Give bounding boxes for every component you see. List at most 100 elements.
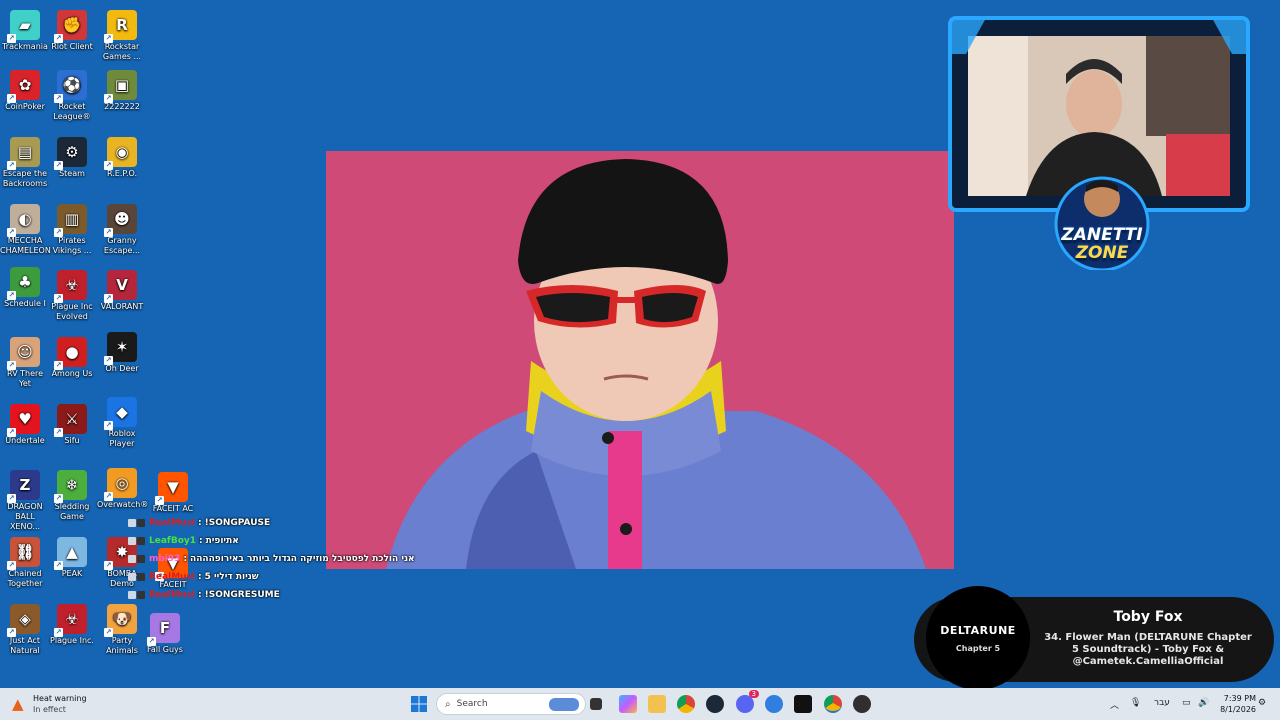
- weather-subtitle: In effect: [33, 705, 66, 714]
- taskbar: ▲ Heat warning In effect ⌕ Search 3 ︿ 🎙 …: [0, 688, 1280, 720]
- stream-chat: RealMusi: !SONGPAUSE LeafBoy1: אתיופית mbi93…: [128, 514, 428, 604]
- desktop-icon[interactable]: ◐MECCHA CHAMELEON: [0, 204, 51, 256]
- desktop-icon[interactable]: ▥Pirates Vikings ...: [47, 204, 97, 256]
- chat-message: RealMusi: !SONGPAUSE: [128, 514, 428, 532]
- desktop-icon-label: Plague Inc Evolved: [51, 302, 93, 321]
- clock[interactable]: 7:39 PM 8/1/2026: [1212, 693, 1256, 715]
- chat-username: RealMusi: [149, 572, 195, 582]
- desktop-icon[interactable]: ◆Roblox Player: [97, 397, 147, 449]
- language-indicator[interactable]: עבר: [1154, 698, 1170, 708]
- desktop-icon[interactable]: ⚙Steam: [47, 137, 97, 179]
- desktop-icon[interactable]: ☻Granny Escape...: [97, 204, 147, 256]
- desktop-icon[interactable]: ▤Escape the Backrooms: [0, 137, 50, 189]
- volume-icon[interactable]: 🔊: [1198, 698, 1209, 708]
- sub-badge-icon: [137, 591, 145, 599]
- chat-username: RealMusi: [149, 590, 195, 600]
- sub-badge-icon: [137, 573, 145, 581]
- album-artwork-image: [326, 151, 954, 569]
- desktop-icon-label: Pirates Vikings ...: [52, 236, 92, 255]
- chat-text: אתיופית: [205, 536, 239, 546]
- webcam-logo-text: ZANETTI ZONE: [1050, 226, 1154, 262]
- notification-badge: 3: [748, 690, 759, 698]
- show-hidden-icons-icon[interactable]: ︿: [1110, 698, 1119, 711]
- desktop-icon[interactable]: ⚽Rocket League®: [47, 70, 97, 122]
- app-icon: Z: [7, 470, 40, 503]
- app-icon: ▲: [54, 537, 87, 570]
- capcut-icon[interactable]: [794, 695, 812, 713]
- desktop-icon-label: Sledding Game: [54, 502, 90, 521]
- desktop-icon[interactable]: ✶Oh Deer: [97, 332, 147, 374]
- chat-message: mbi93: אני הולכת לפסטיבל מוזיקה הגדול ביו…: [128, 550, 428, 568]
- app-icon: ☺: [7, 337, 40, 370]
- task-view-icon[interactable]: [590, 698, 602, 710]
- app-icon: ●: [54, 337, 87, 370]
- chat-username: LeafBoy1: [149, 536, 196, 546]
- desktop-icon[interactable]: ZDRAGON BALL XENO...: [0, 470, 50, 532]
- app-icon-blue[interactable]: [765, 695, 783, 713]
- desktop-icon-label: Sifu: [64, 436, 80, 445]
- clock-date: 8/1/2026: [1220, 705, 1256, 714]
- file-explorer-icon[interactable]: [648, 695, 666, 713]
- desktop-icon[interactable]: ☺RV There Yet: [0, 337, 50, 389]
- desktop-icon[interactable]: ⚔Sifu: [47, 404, 97, 446]
- desktop-icon[interactable]: RRockstar Games ...: [97, 10, 147, 62]
- desktop-icon[interactable]: ✿CoinPoker: [0, 70, 50, 112]
- desktop-icon-label: RV There Yet: [6, 369, 44, 388]
- weather-widget[interactable]: ▲ Heat warning In effect: [10, 692, 120, 716]
- windows-start-button[interactable]: [410, 695, 428, 713]
- steam-icon[interactable]: [706, 695, 724, 713]
- copilot-icon[interactable]: [619, 695, 637, 713]
- album-disc: DELTARUNE Chapter 5: [928, 588, 1028, 688]
- app-icon: F: [147, 613, 180, 646]
- desktop-icon[interactable]: ◉R.E.P.O.: [97, 137, 147, 179]
- album-subtitle: Chapter 5: [955, 644, 1001, 653]
- chat-message: LeafBoy1: אתיופית: [128, 532, 428, 550]
- obs-icon[interactable]: [853, 695, 871, 713]
- desktop-icon[interactable]: ⛓Chained Together: [0, 537, 50, 589]
- desktop-icon[interactable]: ◎Overwatch®: [97, 468, 148, 510]
- desktop-icon[interactable]: ☣Plague Inc.: [47, 604, 97, 646]
- notifications-icon[interactable]: ⚙: [1258, 698, 1266, 708]
- desktop-icon[interactable]: ▲PEAK: [47, 537, 97, 579]
- chat-separator: :: [198, 590, 202, 600]
- discord-icon[interactable]: 3: [736, 690, 759, 713]
- app-icon: ◐: [7, 204, 40, 237]
- desktop-icon-label: Just Act Natural: [9, 636, 41, 655]
- clock-time: 7:39 PM: [1223, 694, 1256, 703]
- app-icon: ◎: [104, 468, 137, 501]
- chat-separator: :: [183, 554, 188, 564]
- app-icon: 🐶: [104, 604, 137, 637]
- desktop-icon-label: Rockstar Games ...: [102, 42, 142, 61]
- search-highlight-icon: [549, 698, 579, 711]
- desktop-icon[interactable]: ✊Riot Client: [47, 10, 97, 52]
- desktop-icon[interactable]: ◈Just Act Natural: [0, 604, 50, 656]
- desktop-icon[interactable]: VVALORANT: [97, 270, 147, 312]
- desktop-icon-label: CoinPoker: [5, 102, 45, 111]
- desktop-icon[interactable]: ▼FACEIT AC: [148, 472, 198, 514]
- desktop-icon-label: Steam: [59, 169, 85, 178]
- desktop-icon[interactable]: ❄Sledding Game: [47, 470, 97, 522]
- desktop-icon[interactable]: ●Among Us: [47, 337, 97, 379]
- chat-text: !SONGRESUME: [204, 590, 280, 600]
- desktop-icon[interactable]: FFall Guys: [140, 613, 190, 655]
- chrome-active-icon[interactable]: [824, 695, 842, 713]
- desktop-icon-label: DRAGON BALL XENO...: [7, 502, 43, 531]
- desktop-icon-label: R.E.P.O.: [106, 169, 138, 178]
- desktop-icon[interactable]: ♥Undertale: [0, 404, 50, 446]
- desktop-icon-label: FACEIT AC: [152, 504, 194, 513]
- taskbar-search-box[interactable]: ⌕ Search: [436, 693, 586, 715]
- microphone-icon[interactable]: 🎙: [1130, 698, 1141, 708]
- desktop-icon[interactable]: ▰Trackmania: [0, 10, 50, 52]
- desktop-icon[interactable]: ♣Schedule I: [0, 267, 50, 309]
- webcam-overlay: ZANETTI ZONE: [946, 14, 1252, 272]
- desktop-icon[interactable]: ▣2222222: [97, 70, 147, 112]
- desktop-icon[interactable]: ☣Plague Inc Evolved: [47, 270, 97, 322]
- search-placeholder: Search: [456, 699, 488, 709]
- mod-badge-icon: [128, 537, 136, 545]
- app-icon: ◆: [104, 397, 137, 430]
- desktop-icon-label: Plague Inc.: [50, 636, 94, 645]
- network-icon[interactable]: ▭: [1182, 698, 1191, 708]
- chat-username: mbi93: [149, 554, 181, 564]
- chrome-icon[interactable]: [677, 695, 695, 713]
- app-icon: ▣: [104, 70, 137, 103]
